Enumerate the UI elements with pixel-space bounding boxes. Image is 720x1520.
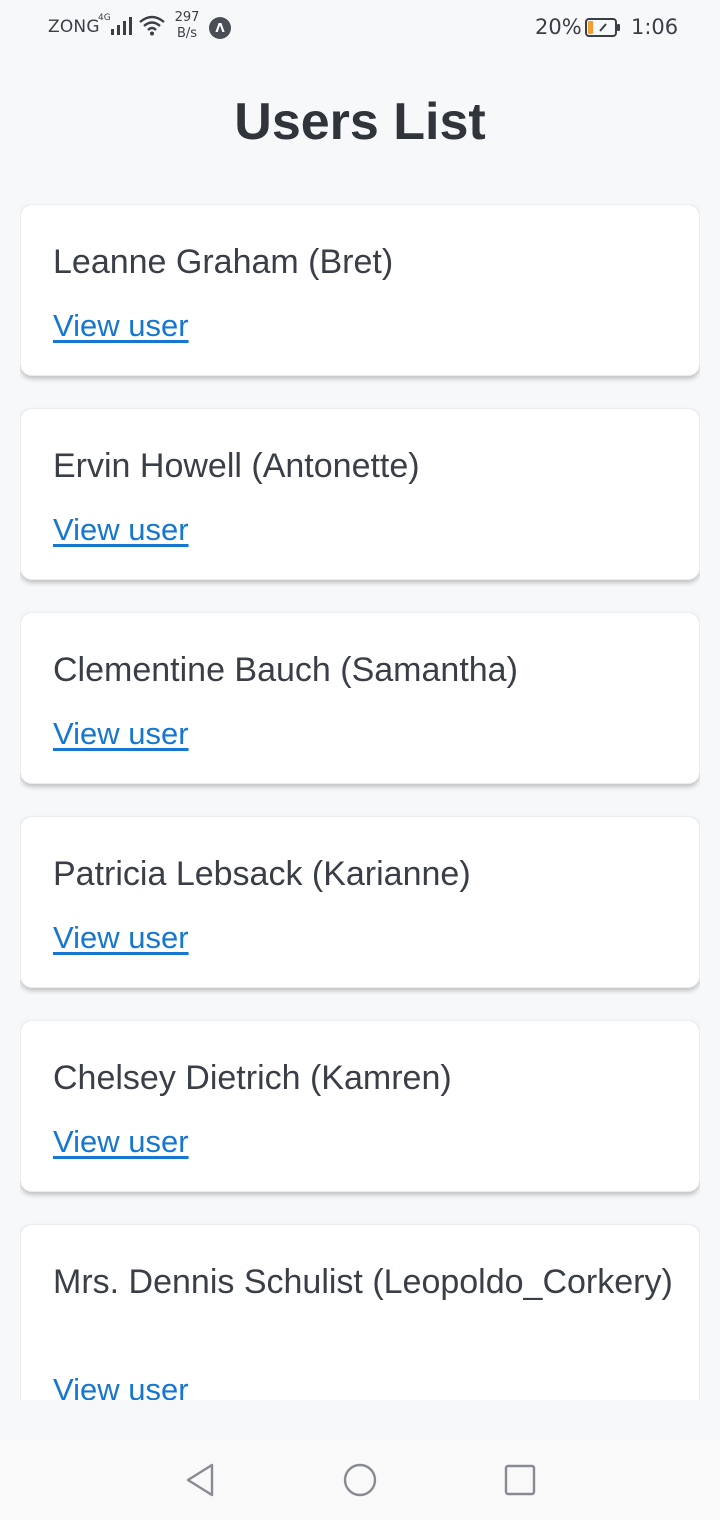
battery-icon [585,18,620,37]
speed-value: 297 [174,10,200,25]
user-card: Ervin Howell (Antonette) View user [20,408,700,580]
clock: 1:06 [631,15,679,39]
triangle-back-icon[interactable] [182,1462,218,1498]
view-user-link[interactable]: View user [53,919,189,957]
user-name: Ervin Howell (Antonette) [53,447,420,485]
network-type: 4G [98,13,111,23]
user-card: Leanne Graham (Bret) View user [20,204,700,376]
view-user-link[interactable]: View user [53,715,189,753]
user-card: Clementine Bauch (Samantha) View user [20,612,700,784]
user-name: Clementine Bauch (Samantha) [53,651,518,689]
view-user-link[interactable]: View user [53,1371,189,1400]
user-name: Chelsey Dietrich (Kamren) [53,1059,452,1097]
user-name: Patricia Lebsack (Karianne) [53,855,471,893]
network-speed: 297 B/s [172,10,202,42]
wifi-icon [139,15,165,36]
user-name: Leanne Graham (Bret) [53,243,394,281]
system-nav-bar [0,1440,720,1520]
a-circle-icon: Λ [209,17,231,39]
square-recents-icon[interactable] [502,1462,538,1498]
circle-home-icon[interactable] [342,1462,378,1498]
battery-percent: 20% [535,15,582,39]
status-bar: ZONG 4G 297 B/s Λ 20% 1:06 [0,0,720,56]
user-card: Chelsey Dietrich (Kamren) View user [20,1020,700,1192]
view-user-link[interactable]: View user [53,511,189,549]
user-card: Mrs. Dennis Schulist (Leopoldo_Corkery) … [20,1224,700,1400]
signal-icon [111,17,132,35]
user-name: Mrs. Dennis Schulist (Leopoldo_Corkery) [53,1263,673,1301]
users-list[interactable]: Leanne Graham (Bret) View user Ervin How… [20,204,700,1400]
page-title: Users List [234,93,486,151]
view-user-link[interactable]: View user [53,1123,189,1161]
user-card: Patricia Lebsack (Karianne) View user [20,816,700,988]
carrier-name: ZONG [48,17,100,37]
speed-unit: B/s [176,26,198,41]
view-user-link[interactable]: View user [53,307,189,345]
